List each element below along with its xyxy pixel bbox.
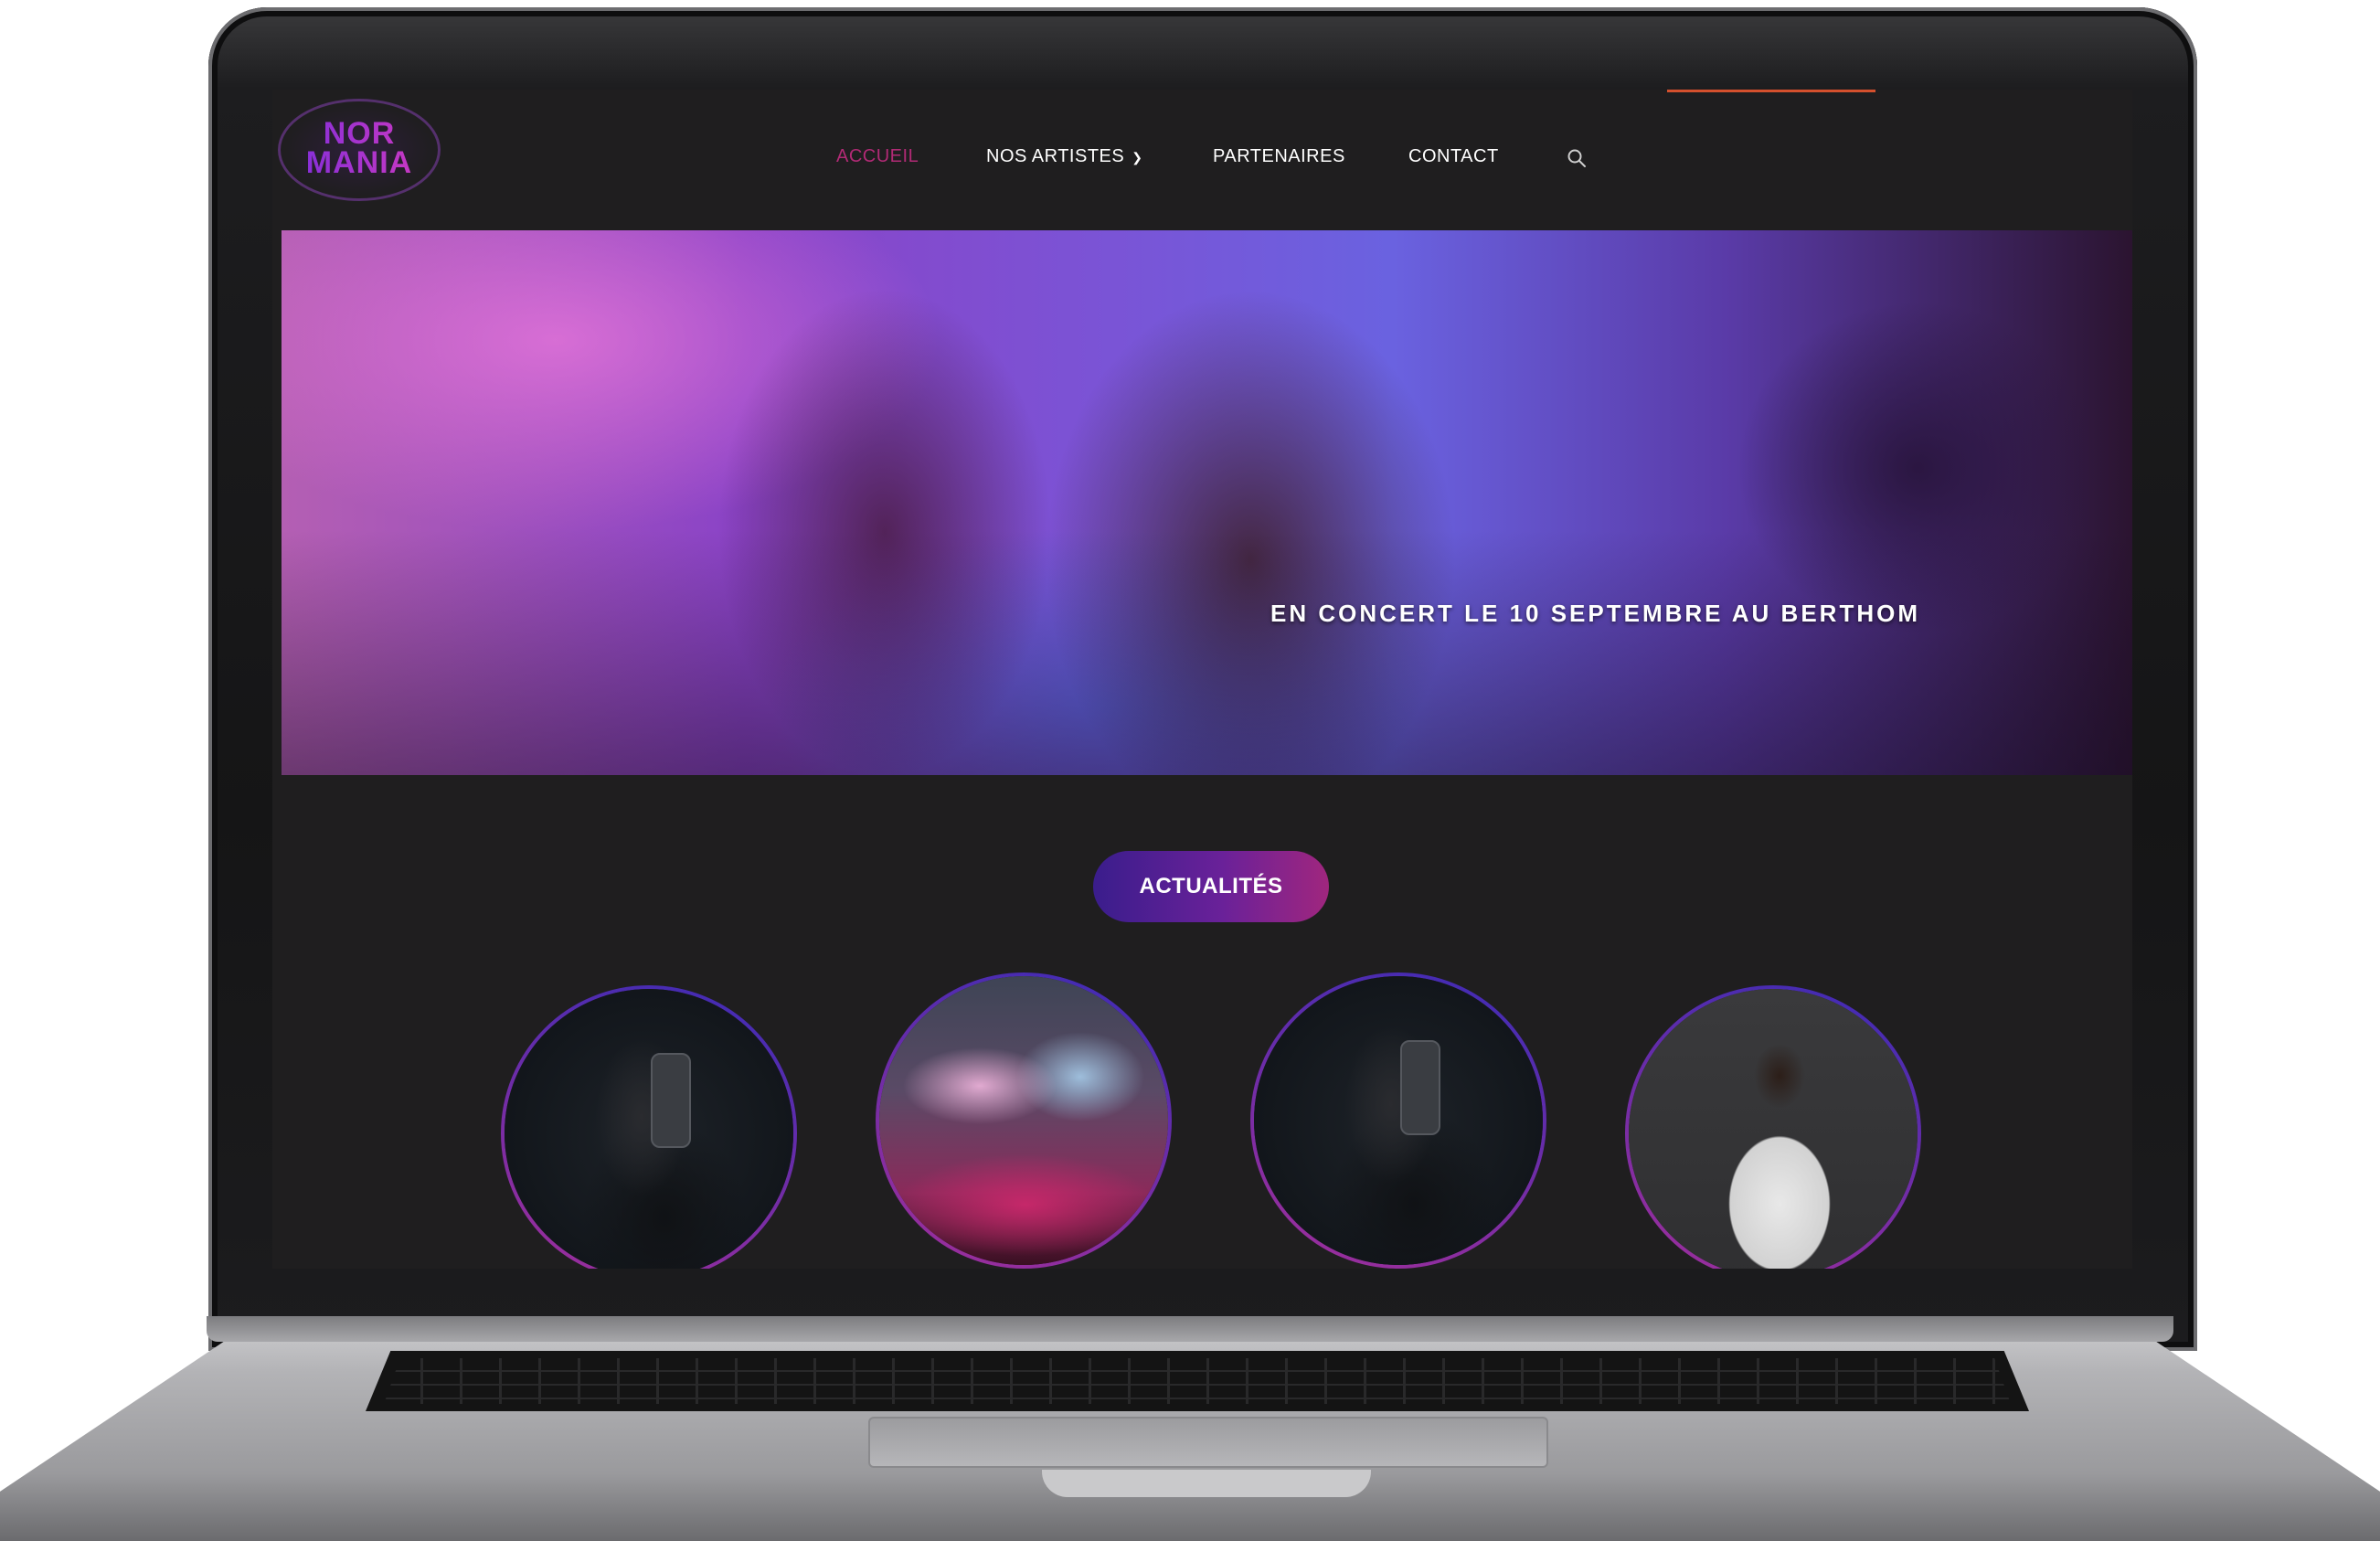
- news-button[interactable]: ACTUALITÉS: [1093, 851, 1329, 922]
- logo-text-line1: NOR: [281, 118, 438, 149]
- news-thumbnail-3[interactable]: [1250, 972, 1546, 1269]
- artist-portrait-image: [1629, 989, 1918, 1269]
- site-header: NOR MANIA ACCUEIL NOS ARTISTES ❯ PARTENAI…: [272, 90, 2132, 228]
- nav-label-partenaires: PARTENAIRES: [1213, 146, 1345, 166]
- news-thumbnail-1[interactable]: [501, 985, 797, 1269]
- hero-caption: EN CONCERT LE 10 SEPTEMBRE AU BERTHOM: [1270, 600, 1920, 627]
- news-thumbnail-2[interactable]: [876, 972, 1172, 1269]
- logo-text-line2: MANIA: [281, 147, 438, 178]
- laptop-trackpad: [868, 1417, 1548, 1468]
- nav-item-nos-artistes[interactable]: NOS ARTISTES ❯: [986, 143, 1142, 170]
- headphones-shape: [651, 1053, 691, 1148]
- chevron-down-icon: ❯: [1132, 149, 1143, 165]
- hero-overlay: [282, 230, 2132, 775]
- keyboard-keys: [384, 1358, 2011, 1404]
- nav-label-nos-artistes: NOS ARTISTES: [986, 146, 1125, 166]
- news-thumbnail-4[interactable]: [1625, 985, 1921, 1269]
- search-icon[interactable]: [1567, 148, 1587, 168]
- site-logo[interactable]: NOR MANIA: [278, 99, 441, 201]
- concert-crowd-image: [879, 976, 1168, 1265]
- laptop-screen: NOR MANIA ACCUEIL NOS ARTISTES ❯ PARTENAI…: [272, 90, 2132, 1269]
- nav-item-accueil[interactable]: ACCUEIL: [836, 143, 919, 170]
- header-accent-line: [1667, 90, 1875, 92]
- hero-banner: [282, 230, 2132, 775]
- laptop-lip: [1042, 1470, 1371, 1497]
- dj-headphones-image: [1254, 976, 1543, 1265]
- nav-label-accueil: ACCUEIL: [836, 146, 919, 166]
- headphones-shape: [1400, 1040, 1440, 1135]
- nav-item-partenaires[interactable]: PARTENAIRES: [1213, 143, 1345, 170]
- laptop-hinge: [207, 1316, 2173, 1342]
- dj-headphones-image: [505, 989, 793, 1269]
- nav-label-contact: CONTACT: [1408, 146, 1499, 166]
- nav-item-contact[interactable]: CONTACT: [1408, 143, 1499, 170]
